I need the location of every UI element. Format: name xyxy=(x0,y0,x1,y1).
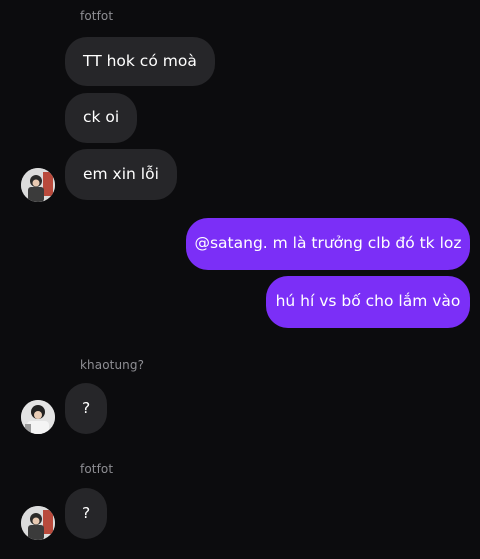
user-avatar-photo-icon[interactable] xyxy=(21,400,55,434)
sender-name: fotfot xyxy=(80,462,114,476)
message-text: @satang. m là trưởng clb đó tk loz xyxy=(194,234,462,253)
user-avatar-photo-icon[interactable] xyxy=(21,168,55,202)
message-bubble[interactable]: @satang. m là trưởng clb đó tk loz xyxy=(186,218,470,270)
message-bubble[interactable]: ? xyxy=(65,488,108,539)
message-text: ? xyxy=(82,398,91,417)
message-text: hú hí vs bố cho lắm vào xyxy=(275,292,461,311)
message-text: TT hok có moà xyxy=(83,51,197,70)
sender-name: khaotung? xyxy=(80,358,145,372)
message-bubble[interactable]: ? xyxy=(65,383,108,434)
message-text: ? xyxy=(82,503,91,522)
message-text: ck oi xyxy=(83,108,120,127)
message-bubble[interactable]: em xin lỗi xyxy=(65,149,177,200)
message-bubble[interactable]: hú hí vs bố cho lắm vào xyxy=(266,276,470,328)
message-bubble[interactable]: ck oi xyxy=(65,93,138,143)
user-avatar-photo-icon[interactable] xyxy=(21,506,55,540)
message-text: em xin lỗi xyxy=(83,164,159,183)
sender-name: fotfot xyxy=(80,9,114,23)
message-bubble[interactable]: TT hok có moà xyxy=(65,37,215,86)
